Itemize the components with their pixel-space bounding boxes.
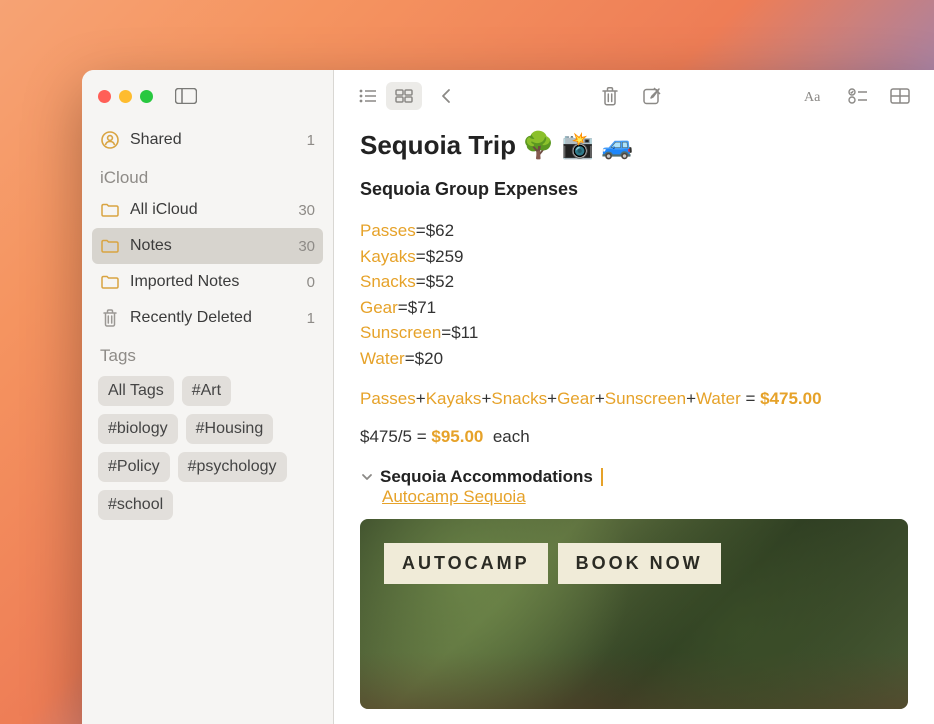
folder-icon xyxy=(100,236,120,256)
list-view-button[interactable] xyxy=(350,82,386,110)
window-controls xyxy=(98,90,153,103)
chevron-down-icon xyxy=(360,470,374,484)
sidebar-item-all-icloud[interactable]: All iCloud 30 xyxy=(92,192,323,228)
toggle-sidebar-button[interactable] xyxy=(173,86,199,106)
sidebar-icon xyxy=(175,88,197,104)
gallery-view-button[interactable] xyxy=(386,82,422,110)
note-body[interactable]: Sequoia Trip 🌳 📸 🚙 Sequoia Group Expense… xyxy=(334,122,934,709)
delete-button[interactable] xyxy=(592,82,628,110)
accommodation-link-line: Autocamp Sequoia xyxy=(382,487,908,507)
tag-housing[interactable]: #Housing xyxy=(186,414,274,444)
close-window-button[interactable] xyxy=(98,90,111,103)
section-header-text: Sequoia Accommodations xyxy=(380,467,593,487)
minimize-window-button[interactable] xyxy=(119,90,132,103)
notes-window: Shared 1 iCloud All iCloud 30 Notes xyxy=(82,70,934,724)
folder-icon xyxy=(100,272,120,292)
tag-school[interactable]: #school xyxy=(98,490,173,520)
back-button[interactable] xyxy=(428,82,464,110)
tags-area: All Tags #Art #biology #Housing #Policy … xyxy=(92,370,323,526)
embedded-image[interactable]: AUTOCAMP BOOK NOW xyxy=(360,519,908,709)
sidebar-item-count: 0 xyxy=(307,274,315,291)
section-header-row[interactable]: Sequoia Accommodations xyxy=(360,467,908,487)
trash-icon xyxy=(100,308,120,328)
note-title: Sequoia Trip 🌳 📸 🚙 xyxy=(360,130,908,161)
sidebar-item-recently-deleted[interactable]: Recently Deleted 1 xyxy=(92,300,323,336)
table-button[interactable] xyxy=(882,82,918,110)
new-note-button[interactable] xyxy=(634,82,670,110)
expense-line: Gear=$71 xyxy=(360,295,908,321)
split-line: $475/5 = $95.00 each xyxy=(360,427,908,447)
text-cursor xyxy=(601,468,603,486)
folder-icon xyxy=(100,200,120,220)
image-overlay-autocamp: AUTOCAMP xyxy=(384,543,548,584)
chevron-left-icon xyxy=(441,88,451,104)
format-icon: Aa xyxy=(804,88,828,104)
svg-text:Aa: Aa xyxy=(804,90,821,104)
shared-icon xyxy=(100,130,120,150)
title-emoji: 🌳 📸 🚙 xyxy=(522,130,634,161)
table-icon xyxy=(890,88,910,104)
sidebar-item-label: Imported Notes xyxy=(130,273,239,291)
expense-line: Passes=$62 xyxy=(360,218,908,244)
list-icon xyxy=(359,89,377,103)
expense-line: Water=$20 xyxy=(360,346,908,372)
expense-line: Sunscreen=$11 xyxy=(360,320,908,346)
tag-biology[interactable]: #biology xyxy=(98,414,178,444)
sidebar: Shared 1 iCloud All iCloud 30 Notes xyxy=(82,70,334,724)
sidebar-item-imported-notes[interactable]: Imported Notes 0 xyxy=(92,264,323,300)
tag-all-tags[interactable]: All Tags xyxy=(98,376,174,406)
maximize-window-button[interactable] xyxy=(140,90,153,103)
sidebar-item-count: 30 xyxy=(298,202,315,219)
tag-psychology[interactable]: #psychology xyxy=(178,452,287,482)
format-button[interactable]: Aa xyxy=(798,82,834,110)
expense-line: Kayaks=$259 xyxy=(360,244,908,270)
sidebar-section-tags: Tags xyxy=(92,336,323,370)
sidebar-item-label: Notes xyxy=(130,237,172,255)
sidebar-item-label: Shared xyxy=(130,131,182,149)
note-editor: Aa Sequoia Trip 🌳 📸 🚙 Sequoia Group Expe… xyxy=(334,70,934,724)
tag-art[interactable]: #Art xyxy=(182,376,231,406)
note-subheading: Sequoia Group Expenses xyxy=(360,179,908,200)
checklist-button[interactable] xyxy=(840,82,876,110)
toolbar: Aa xyxy=(334,70,934,122)
sidebar-item-label: All iCloud xyxy=(130,201,198,219)
sidebar-item-count: 1 xyxy=(307,132,315,149)
expense-line: Snacks=$52 xyxy=(360,269,908,295)
image-overlay-book-now: BOOK NOW xyxy=(558,543,721,584)
autocamp-link[interactable]: Autocamp Sequoia xyxy=(382,487,526,506)
grid-icon xyxy=(395,89,413,103)
sidebar-item-notes[interactable]: Notes 30 xyxy=(92,228,323,264)
sidebar-item-label: Recently Deleted xyxy=(130,309,252,327)
trash-icon xyxy=(601,86,619,106)
checklist-icon xyxy=(848,88,868,104)
sidebar-item-count: 30 xyxy=(298,238,315,255)
sidebar-section-icloud: iCloud xyxy=(92,158,323,192)
expense-lines: Passes=$62 Kayaks=$259 Snacks=$52 Gear=$… xyxy=(360,218,908,371)
window-titlebar xyxy=(82,70,333,122)
compose-icon xyxy=(642,86,662,106)
tag-policy[interactable]: #Policy xyxy=(98,452,170,482)
view-mode-segment xyxy=(350,82,422,110)
sidebar-item-shared[interactable]: Shared 1 xyxy=(92,122,323,158)
sidebar-item-count: 1 xyxy=(307,310,315,327)
formula-line: Passes+Kayaks+Snacks+Gear+Sunscreen+Wate… xyxy=(360,389,908,409)
